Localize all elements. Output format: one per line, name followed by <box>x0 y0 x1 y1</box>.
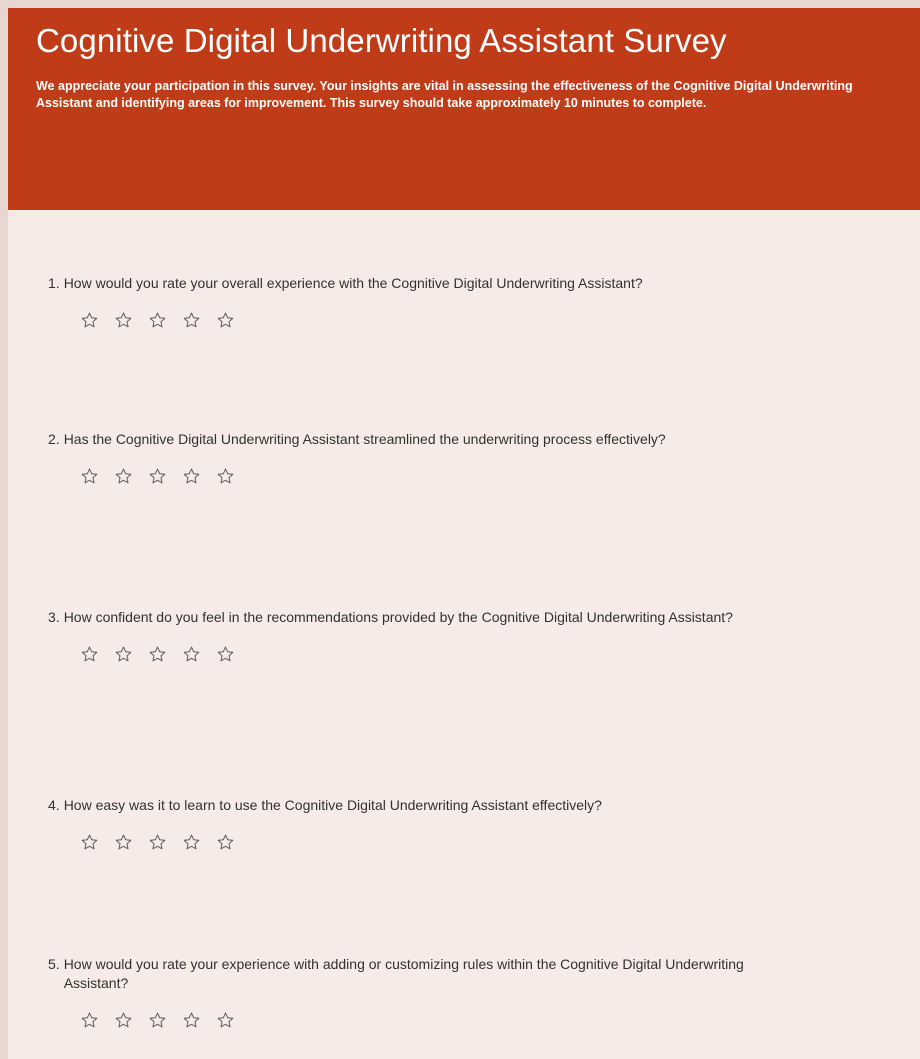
star-outline-icon[interactable] <box>148 645 167 664</box>
star-rating <box>80 833 888 852</box>
star-outline-icon[interactable] <box>182 311 201 330</box>
question-5: 5. How would you rate your experience wi… <box>48 955 888 1030</box>
star-outline-icon[interactable] <box>114 645 133 664</box>
question-text: How would you rate your experience with … <box>63 956 744 991</box>
star-outline-icon[interactable] <box>216 467 235 486</box>
question-number: 2. <box>48 431 60 447</box>
star-outline-icon[interactable] <box>80 645 99 664</box>
question-4: 4. How easy was it to learn to use the C… <box>48 796 888 852</box>
form-title: Cognitive Digital Underwriting Assistant… <box>36 22 727 59</box>
star-outline-icon[interactable] <box>114 311 133 330</box>
star-outline-icon[interactable] <box>182 833 201 852</box>
question-number: 1. <box>48 275 60 291</box>
star-outline-icon[interactable] <box>148 311 167 330</box>
question-2: 2. Has the Cognitive Digital Underwritin… <box>48 430 888 486</box>
star-outline-icon[interactable] <box>114 1011 133 1030</box>
star-outline-icon[interactable] <box>114 833 133 852</box>
question-number: 3. <box>48 609 60 625</box>
question-text: Has the Cognitive Digital Underwriting A… <box>63 431 666 447</box>
question-1: 1. How would you rate your overall exper… <box>48 274 888 330</box>
star-outline-icon[interactable] <box>216 833 235 852</box>
star-rating <box>80 1011 888 1030</box>
star-outline-icon[interactable] <box>182 467 201 486</box>
star-outline-icon[interactable] <box>114 467 133 486</box>
star-outline-icon[interactable] <box>148 1011 167 1030</box>
form-description: We appreciate your participation in this… <box>36 79 853 110</box>
form-header: Cognitive Digital Underwriting Assistant… <box>8 8 920 210</box>
star-rating <box>80 645 888 664</box>
question-number: 5. <box>48 956 60 972</box>
star-outline-icon[interactable] <box>216 311 235 330</box>
question-3: 3. How confident do you feel in the reco… <box>48 608 888 664</box>
star-outline-icon[interactable] <box>80 311 99 330</box>
question-number: 4. <box>48 797 60 813</box>
star-outline-icon[interactable] <box>182 1011 201 1030</box>
star-outline-icon[interactable] <box>182 645 201 664</box>
star-outline-icon[interactable] <box>148 833 167 852</box>
question-text: How confident do you feel in the recomme… <box>63 609 733 625</box>
star-outline-icon[interactable] <box>80 833 99 852</box>
question-text: How easy was it to learn to use the Cogn… <box>63 797 602 813</box>
star-outline-icon[interactable] <box>216 645 235 664</box>
star-outline-icon[interactable] <box>148 467 167 486</box>
star-outline-icon[interactable] <box>80 467 99 486</box>
star-outline-icon[interactable] <box>80 1011 99 1030</box>
question-text: How would you rate your overall experien… <box>63 275 643 291</box>
survey-page: Cognitive Digital Underwriting Assistant… <box>0 0 920 1059</box>
star-rating <box>80 311 888 330</box>
star-outline-icon[interactable] <box>216 1011 235 1030</box>
star-rating <box>80 467 888 486</box>
